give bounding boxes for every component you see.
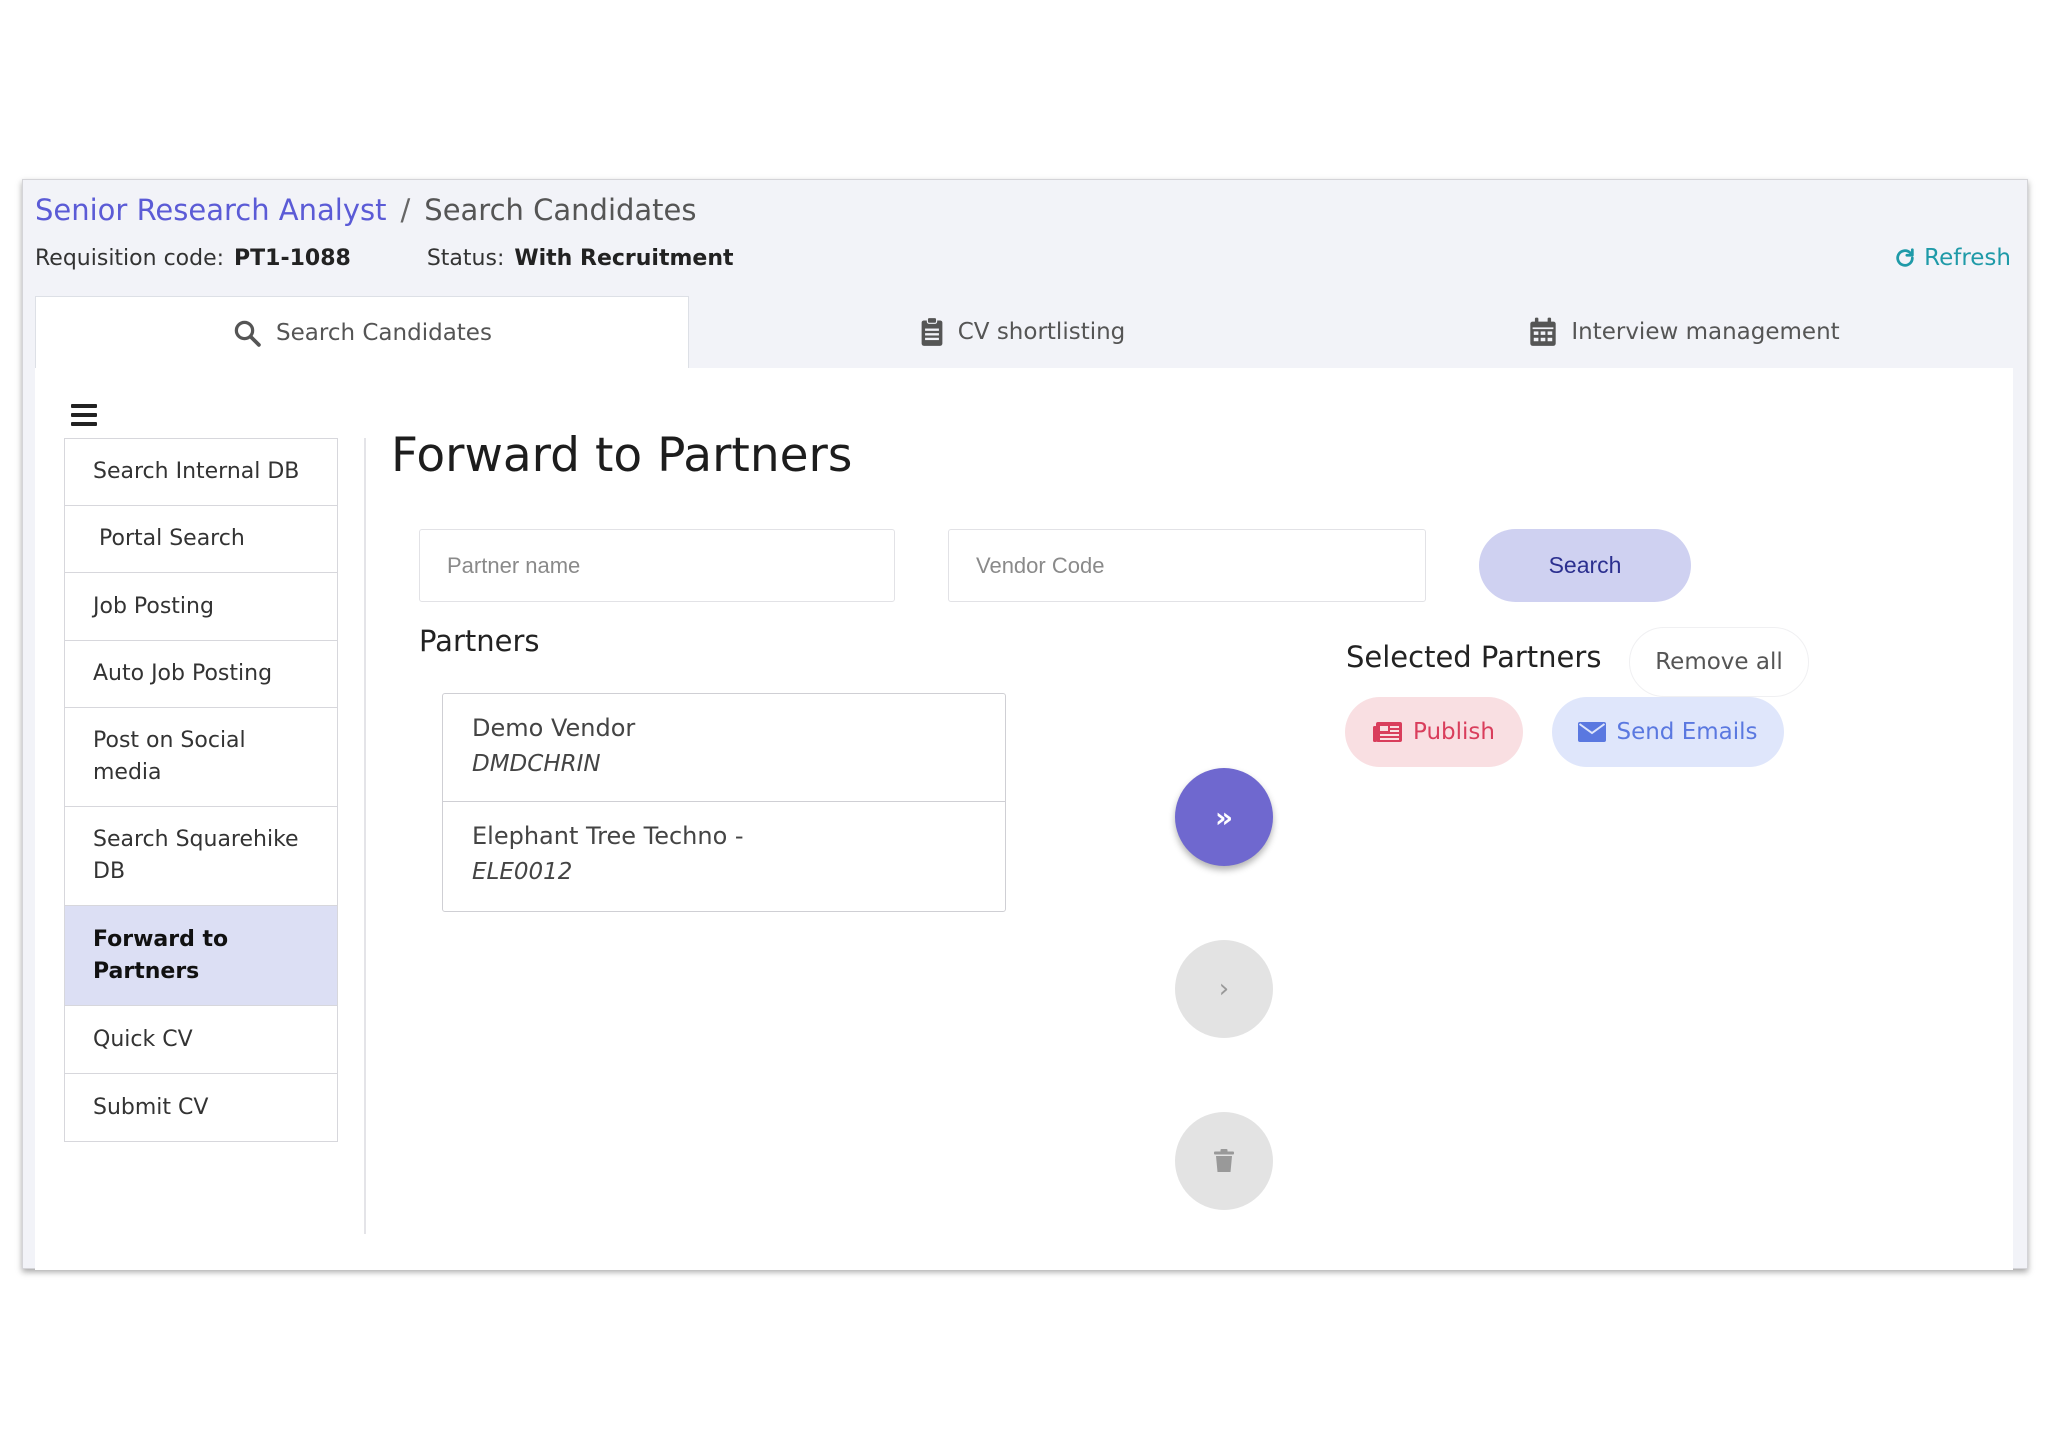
- sidebar-item-submit-cv[interactable]: Submit CV: [65, 1074, 337, 1141]
- send-emails-label: Send Emails: [1616, 719, 1758, 745]
- sidebar-item-label: Forward to Partners: [93, 926, 229, 984]
- sidebar-item-label: Portal Search: [99, 526, 245, 551]
- partners-heading: Partners: [419, 624, 540, 658]
- sidebar-item-forward-to-partners[interactable]: Forward to Partners: [65, 906, 337, 1006]
- status-value: With Recruitment: [514, 245, 734, 271]
- refresh-button[interactable]: Refresh: [1894, 240, 2011, 276]
- list-item[interactable]: Elephant Tree Techno - ELE0012: [443, 802, 1005, 911]
- breadcrumb-job-link[interactable]: Senior Research Analyst: [35, 193, 387, 227]
- sidebar-nav: Search Internal DB Portal Search Job Pos…: [64, 438, 338, 1142]
- menu-toggle-icon[interactable]: [71, 404, 97, 428]
- tab-bar: Search Candidates CV shortlisting Interv…: [35, 296, 2013, 368]
- sidebar-item-label: Job Posting: [93, 593, 214, 619]
- move-all-right-button[interactable]: »: [1175, 768, 1273, 866]
- page-title: Forward to Partners: [391, 428, 853, 483]
- partner-name-input[interactable]: [419, 529, 895, 602]
- sidebar-item-label: Submit CV: [93, 1094, 209, 1120]
- trash-icon: [1214, 1149, 1234, 1172]
- sidebar-item-label: Quick CV: [93, 1026, 193, 1052]
- requisition-meta: Requisition code: PT1-1088 Status: With …: [35, 240, 734, 276]
- sidebar-item-label: Auto Job Posting: [93, 661, 273, 686]
- sidebar-item-quick-cv[interactable]: Quick CV: [65, 1006, 337, 1074]
- move-selected-right-button[interactable]: ›: [1175, 940, 1273, 1038]
- sidebar-item-label: Post on Social media: [93, 728, 246, 785]
- partner-code: ELE0012: [472, 859, 573, 885]
- breadcrumb: Senior Research Analyst / Search Candida…: [35, 180, 697, 240]
- app-window: Senior Research Analyst / Search Candida…: [22, 179, 2028, 1270]
- list-item[interactable]: Demo Vendor DMDCHRIN: [443, 694, 1005, 802]
- refresh-icon: [1896, 248, 1914, 267]
- sidebar-item-label: Search Internal DB: [93, 459, 300, 484]
- sidebar-item-job-posting[interactable]: Job Posting: [65, 573, 337, 641]
- requisition-label: Requisition code:: [35, 245, 225, 271]
- breadcrumb-separator: /: [400, 193, 411, 227]
- content-panel: Search Internal DB Portal Search Job Pos…: [35, 368, 2013, 1270]
- breadcrumb-current: Search Candidates: [424, 193, 697, 227]
- sidebar-item-search-squarehike-db[interactable]: Search Squarehike DB: [65, 807, 337, 906]
- status-label: Status:: [426, 245, 505, 271]
- partner-code: DMDCHRIN: [472, 751, 601, 777]
- sidebar-divider: [364, 438, 366, 1234]
- sidebar-item-auto-job-posting[interactable]: Auto Job Posting: [65, 641, 337, 708]
- envelope-icon: [1578, 722, 1607, 742]
- remove-all-button[interactable]: Remove all: [1629, 627, 1809, 697]
- tab-label: CV shortlisting: [957, 319, 1126, 345]
- sidebar-item-post-on-social-media[interactable]: Post on Social media: [65, 708, 337, 807]
- sidebar-item-label: Search Squarehike DB: [93, 827, 299, 884]
- tab-label: Search Candidates: [276, 319, 492, 346]
- sidebar-item-search-internal-db[interactable]: Search Internal DB: [65, 439, 337, 506]
- clipboard-icon: [921, 317, 943, 346]
- double-chevron-right-icon: »: [1214, 800, 1234, 834]
- tab-interview-management[interactable]: Interview management: [1356, 296, 2013, 368]
- partners-list: Demo Vendor DMDCHRIN Elephant Tree Techn…: [442, 693, 1006, 912]
- send-emails-button[interactable]: Send Emails: [1552, 697, 1784, 767]
- calendar-icon: [1530, 317, 1557, 346]
- newspaper-icon: [1373, 722, 1402, 742]
- sidebar-item-portal-search[interactable]: Portal Search: [65, 506, 337, 573]
- publish-button[interactable]: Publish: [1345, 697, 1523, 767]
- selected-partners-heading: Selected Partners: [1346, 640, 1602, 674]
- tab-label: Interview management: [1571, 319, 1840, 345]
- tab-search-candidates[interactable]: Search Candidates: [35, 296, 689, 368]
- delete-button[interactable]: [1175, 1112, 1273, 1210]
- publish-label: Publish: [1413, 719, 1495, 745]
- partner-name: Elephant Tree Techno -: [472, 822, 744, 850]
- vendor-code-input[interactable]: [948, 529, 1426, 602]
- chevron-right-icon: ›: [1218, 974, 1230, 1004]
- partner-name: Demo Vendor: [472, 714, 636, 742]
- search-button[interactable]: Search: [1479, 529, 1691, 602]
- tab-cv-shortlisting[interactable]: CV shortlisting: [689, 296, 1356, 368]
- search-icon: [234, 320, 261, 347]
- requisition-value: PT1-1088: [234, 245, 351, 271]
- refresh-label: Refresh: [1924, 245, 2011, 271]
